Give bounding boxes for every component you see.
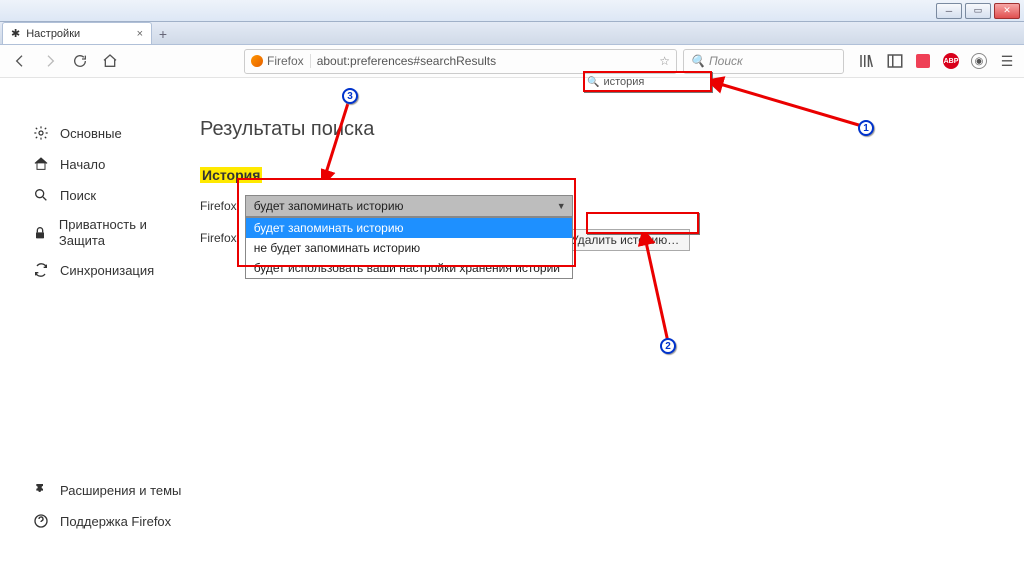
pocket-icon[interactable] <box>914 52 932 70</box>
preferences-search-input[interactable]: 🔍 история <box>587 74 709 90</box>
forward-button[interactable] <box>38 49 62 73</box>
search-icon: 🔍 <box>587 77 599 88</box>
dropdown-prefix: Firefox <box>200 199 237 213</box>
tab-label: Настройки <box>26 28 80 40</box>
window-titlebar: ─ ▭ ✕ <box>0 0 1024 22</box>
annotation-number-3: 3 <box>342 88 358 104</box>
sidebar-item-home[interactable]: Начало <box>32 149 188 179</box>
history-mode-dropdown[interactable]: будет запоминать историю будет запоминат… <box>245 195 573 217</box>
dropdown-list: будет запоминать историю не будет запоми… <box>245 217 573 279</box>
close-button[interactable]: ✕ <box>994 3 1020 19</box>
dropdown-option[interactable]: не будет запоминать историю <box>246 238 572 258</box>
hamburger-menu-icon[interactable]: ☰ <box>998 52 1016 70</box>
maximize-button[interactable]: ▭ <box>965 3 991 19</box>
sidebar-icon[interactable] <box>886 52 904 70</box>
search-bar[interactable]: 🔍 Поиск <box>683 49 844 74</box>
lock-icon <box>32 224 49 242</box>
browser-toolbar: Firefox about:preferences#searchResults … <box>0 45 1024 78</box>
sidebar-item-privacy[interactable]: Приватность и Защита <box>32 211 188 254</box>
abp-icon[interactable]: ABP <box>942 52 960 70</box>
sidebar-item-general[interactable]: Основные <box>32 118 188 148</box>
home-icon <box>32 155 50 173</box>
identity-badge: Firefox <box>251 54 311 68</box>
sidebar-item-label: Основные <box>60 126 122 141</box>
back-button[interactable] <box>8 49 32 73</box>
sync-icon <box>32 261 50 279</box>
section-heading-history: История <box>200 167 262 183</box>
dropdown-selected[interactable]: будет запоминать историю <box>245 195 573 217</box>
search-icon <box>32 186 50 204</box>
gear-icon: ✱ <box>11 27 20 40</box>
toolbar-icons: ABP ◉ ☰ <box>858 52 1016 70</box>
dropdown-option[interactable]: будет запоминать историю <box>246 218 572 238</box>
sidebar-item-label: Синхронизация <box>60 263 154 278</box>
bookmark-star-icon[interactable]: ☆ <box>659 54 670 68</box>
gear-icon <box>32 124 50 142</box>
sidebar-item-label: Начало <box>60 157 105 172</box>
tab-settings[interactable]: ✱ Настройки × <box>2 22 152 44</box>
clear-history-button[interactable]: Удалить историю… <box>560 229 690 251</box>
main-panel: Результаты поиска История Firefox будет … <box>188 78 1024 576</box>
tab-bar: ✱ Настройки × + <box>0 22 1024 45</box>
annotation-number-1: 1 <box>858 120 874 136</box>
help-icon <box>32 512 50 530</box>
reload-button[interactable] <box>68 49 92 73</box>
dropdown-option[interactable]: будет использовать ваши настройки хранен… <box>246 258 572 278</box>
identity-label: Firefox <box>267 54 304 68</box>
sidebar-item-search[interactable]: Поиск <box>32 180 188 210</box>
search-placeholder: Поиск <box>709 54 743 68</box>
url-bar[interactable]: Firefox about:preferences#searchResults … <box>244 49 677 74</box>
sidebar-item-label: Поддержка Firefox <box>60 514 171 529</box>
sidebar-item-sync[interactable]: Синхронизация <box>32 255 188 285</box>
puzzle-icon <box>32 481 50 499</box>
minimize-button[interactable]: ─ <box>936 3 962 19</box>
home-button[interactable] <box>98 49 122 73</box>
library-icon[interactable] <box>858 52 876 70</box>
page-title: Результаты поиска <box>200 118 994 141</box>
new-tab-button[interactable]: + <box>152 24 174 44</box>
preferences-sidebar: Основные Начало Поиск Приватность и Защи… <box>0 78 188 576</box>
content-area: Основные Начало Поиск Приватность и Защи… <box>0 78 1024 576</box>
profile-icon[interactable]: ◉ <box>970 52 988 70</box>
sidebar-item-label: Приватность и Защита <box>59 217 188 248</box>
annotation-number-2: 2 <box>660 338 676 354</box>
sidebar-item-extensions[interactable]: Расширения и темы <box>32 475 188 505</box>
tab-close-icon[interactable]: × <box>137 28 143 40</box>
sidebar-item-support[interactable]: Поддержка Firefox <box>32 506 188 536</box>
search-value: история <box>603 76 644 88</box>
sidebar-item-label: Расширения и темы <box>60 483 181 498</box>
url-text: about:preferences#searchResults <box>317 54 496 68</box>
search-icon: 🔍 <box>690 54 705 68</box>
sidebar-item-label: Поиск <box>60 188 96 203</box>
firefox-icon <box>251 55 263 67</box>
